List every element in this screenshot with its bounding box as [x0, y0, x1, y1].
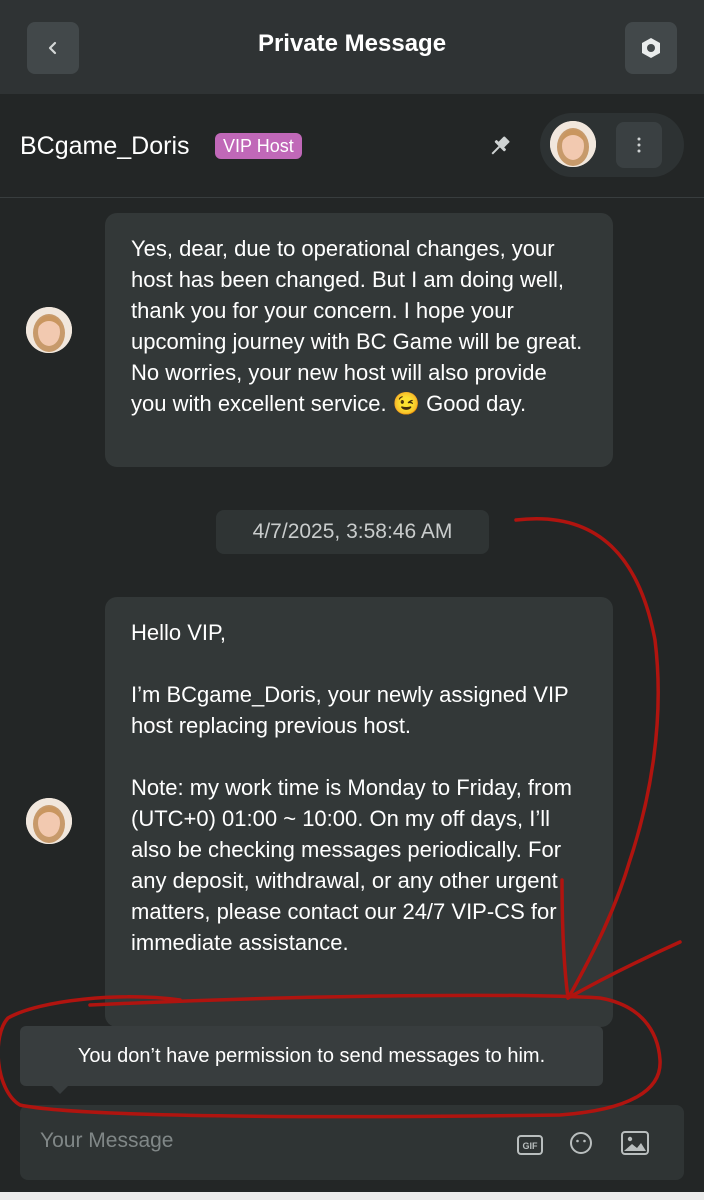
emoji-icon — [570, 1132, 592, 1154]
permission-toast: You don’t have permission to send messag… — [20, 1026, 603, 1086]
page-title: Private Message — [257, 30, 447, 57]
emoji-button[interactable] — [569, 1131, 593, 1160]
message-avatar — [26, 798, 72, 844]
more-icon — [637, 137, 641, 153]
vip-host-badge: VIP Host — [215, 133, 302, 159]
top-bar: Private Message — [0, 0, 704, 94]
settings-button[interactable] — [625, 22, 677, 74]
message-timestamp: 4/7/2025, 3:58:46 AM — [216, 510, 489, 554]
host-avatar[interactable] — [550, 121, 596, 167]
screen-bottom-edge — [0, 1192, 704, 1200]
message-bubble: Yes, dear, due to operational changes, y… — [105, 213, 613, 467]
host-name: BCgame_Doris — [20, 132, 190, 160]
more-button[interactable] — [616, 122, 662, 168]
message-bubble: Hello VIP, I’m BCgame_Doris, your newly … — [105, 597, 613, 1027]
image-button[interactable] — [621, 1131, 649, 1160]
gif-label: GIF — [523, 1141, 539, 1151]
gif-button[interactable]: GIF — [517, 1135, 543, 1160]
toast-pointer — [50, 1084, 70, 1094]
message-input-placeholder: Your Message — [40, 1129, 174, 1152]
image-icon — [621, 1131, 649, 1155]
pin-button[interactable] — [487, 133, 513, 164]
message-input[interactable]: Your Message GIF — [20, 1105, 684, 1180]
settings-icon — [642, 38, 660, 58]
pin-icon — [491, 136, 510, 155]
avatar-image — [550, 121, 596, 167]
gif-icon: GIF — [517, 1135, 543, 1155]
message-avatar — [26, 307, 72, 353]
